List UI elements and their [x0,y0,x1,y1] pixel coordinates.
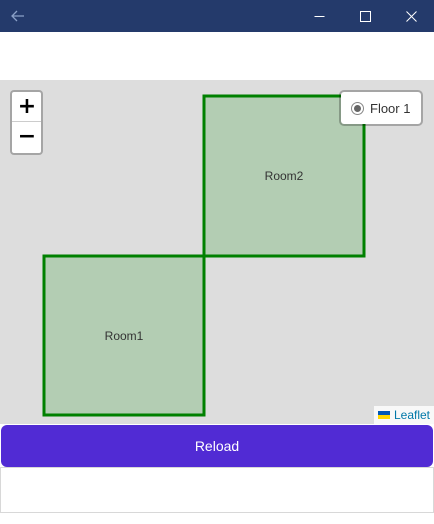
map-attribution: Leaflet [373,406,434,424]
layer-control[interactable]: Floor 1 [339,90,423,126]
arrow-left-icon [11,10,24,22]
minimize-icon [314,15,324,17]
close-button[interactable] [388,0,434,32]
zoom-in-button[interactable]: + [12,92,41,122]
ukraine-flag-icon [377,411,390,419]
zoom-control: + − [10,90,43,155]
maximize-button[interactable] [342,0,388,32]
bottom-panel [0,467,434,513]
title-bar [0,0,434,32]
room-layer: Room1 Room2 [42,94,366,417]
layer-option-label: Floor 1 [370,100,411,116]
leaflet-link[interactable]: Leaflet [394,406,430,424]
room-room1[interactable]: Room1 [42,254,206,417]
close-icon [405,10,417,22]
radio-selected-icon[interactable] [351,101,364,115]
reload-button[interactable]: Reload [1,425,433,467]
map-view[interactable]: Room1 Room2 + − Floor 1 Leaflet [0,80,434,424]
header-area [0,32,434,80]
room2-label: Room2 [265,169,304,183]
back-button[interactable] [0,0,36,32]
room1-label: Room1 [105,329,144,343]
minimize-button[interactable] [296,0,342,32]
maximize-icon [359,10,371,22]
zoom-out-button[interactable]: − [12,122,41,152]
